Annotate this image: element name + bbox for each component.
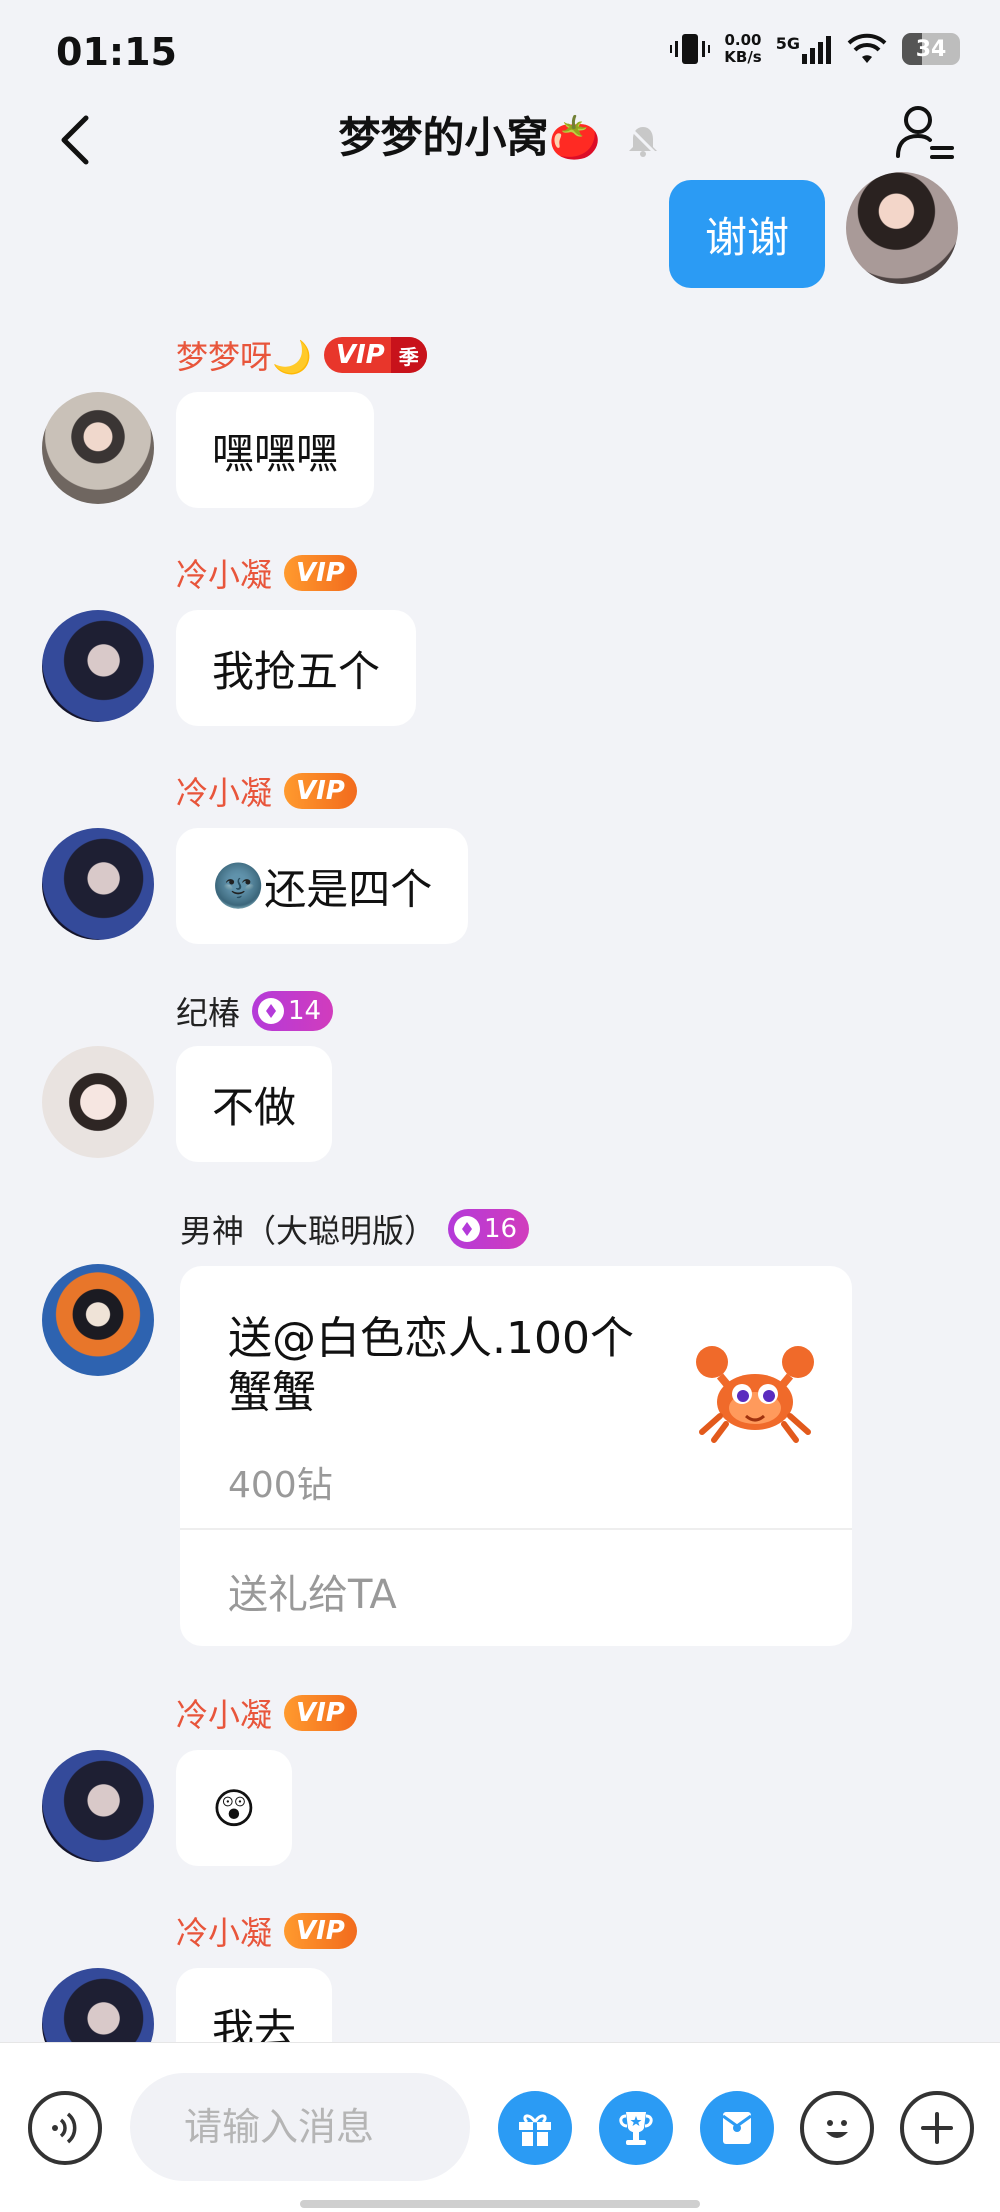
vip-season-label: 季 [390,337,427,373]
sender-name-row: 冷小凝 VIP [176,768,357,814]
sender-name[interactable]: 冷小凝 [176,1908,272,1954]
message-input[interactable] [130,2073,470,2181]
message-emoji: 🌚 [212,861,265,910]
net-speed: 0.00 KB/s [724,32,761,66]
sender-name-row: 冷小凝 VIP [176,550,357,596]
vip-season-badge: VIP 季 [323,337,427,373]
gift-description: 送@白色恋人.100个蟹蟹 [228,1313,634,1418]
gift-price: 400钻 [228,1465,333,1506]
vibrate-icon [670,34,711,64]
divider [180,1528,852,1530]
chat-title: 梦梦的小窝🍅 [0,104,1000,165]
status-icons: 0.00 KB/s 5G 34 [670,32,960,66]
sender-name[interactable]: 冷小凝 [176,550,272,596]
message-text: 我抢五个 [212,646,381,696]
gift-message-card[interactable]: 送@白色恋人.100个蟹蟹 400钻 送礼给TA [180,1266,852,1646]
my-message-bubble[interactable]: 谢谢 [669,180,825,288]
sender-avatar[interactable] [42,392,154,504]
chat-title-emoji: 🍅 [548,113,601,162]
message-bubble[interactable]: 不做 [176,1046,333,1162]
net-speed-value: 0.00 [724,31,762,49]
level-badge: 14 [252,991,334,1031]
sender-name[interactable]: 梦梦呀🌙 [176,332,312,378]
message-text: 不做 [212,1082,297,1132]
sender-name-row: 冷小凝 VIP [176,1690,357,1736]
level-badge: 16 [448,1209,530,1249]
gift-icon[interactable] [498,2091,572,2165]
sender-name-emoji: 🌙 [272,338,312,376]
sender-name-row: 冷小凝 VIP [176,1908,357,1954]
sender-name[interactable]: 冷小凝 [176,768,272,814]
sender-name-row: 男神（大聪明版） 16 [180,1206,530,1252]
emoji-icon[interactable] [800,2091,874,2165]
sender-avatar[interactable] [42,1046,154,1158]
battery-level: 34 [915,36,947,62]
vip-badge: VIP [284,773,357,809]
vip-label: VIP [335,340,385,370]
vip-badge: VIP [284,555,357,591]
wifi-icon [847,33,887,63]
sender-avatar[interactable] [42,1750,154,1862]
muted-bell-icon [628,125,659,157]
group-members-icon[interactable] [892,100,956,164]
sender-avatar[interactable] [42,828,154,940]
message-bubble[interactable]: 我抢五个 [176,610,417,726]
diamond-icon [454,1216,481,1242]
diamond-icon [258,998,285,1024]
trophy-icon[interactable] [599,2091,673,2165]
vip-badge: VIP [284,1913,357,1949]
vip-badge: VIP [284,1695,357,1731]
sender-name-row: 梦梦呀🌙 VIP 季 [176,332,427,378]
sender-avatar[interactable] [42,610,154,722]
input-bar [0,2042,1000,2212]
net-speed-unit: KB/s [724,48,762,66]
chat-header: 梦梦的小窝🍅 [0,100,1000,188]
message-text: 谢谢 [704,212,789,262]
message-bubble[interactable]: 🌚 还是四个 [176,828,469,944]
sender-name[interactable]: 纪椿 [176,988,240,1034]
message-emoji: 😲 [212,1783,256,1833]
message-text: 还是四个 [264,864,433,914]
chat-title-text: 梦梦的小窝 [338,113,549,162]
red-envelope-icon[interactable] [700,2091,774,2165]
cellular-signal: 5G [776,34,832,64]
level-value: 16 [484,1214,518,1244]
sender-name-row: 纪椿 14 [176,988,334,1034]
signal-icon [802,36,831,64]
sender-name-text: 梦梦呀 [176,338,273,376]
sender-avatar[interactable] [42,1264,154,1376]
home-indicator[interactable] [300,2200,700,2208]
sender-name[interactable]: 男神（大聪明版） [180,1206,436,1252]
crab-gift-icon [696,1346,814,1443]
status-time: 01:15 [56,30,177,74]
battery-indicator: 34 [902,33,960,65]
level-value: 14 [288,996,322,1026]
status-bar: 01:15 0.00 KB/s 5G 34 [0,0,1000,100]
my-avatar[interactable] [846,172,958,284]
message-text: 嘿嘿嘿 [212,428,339,478]
sender-name[interactable]: 冷小凝 [176,1690,272,1736]
message-bubble[interactable]: 😲 [176,1750,292,1866]
network-type: 5G [775,34,800,53]
send-gift-button[interactable]: 送礼给TA [228,1562,397,1620]
plus-icon[interactable] [900,2091,974,2165]
message-bubble[interactable]: 嘿嘿嘿 [176,392,375,508]
voice-icon[interactable] [28,2091,102,2165]
